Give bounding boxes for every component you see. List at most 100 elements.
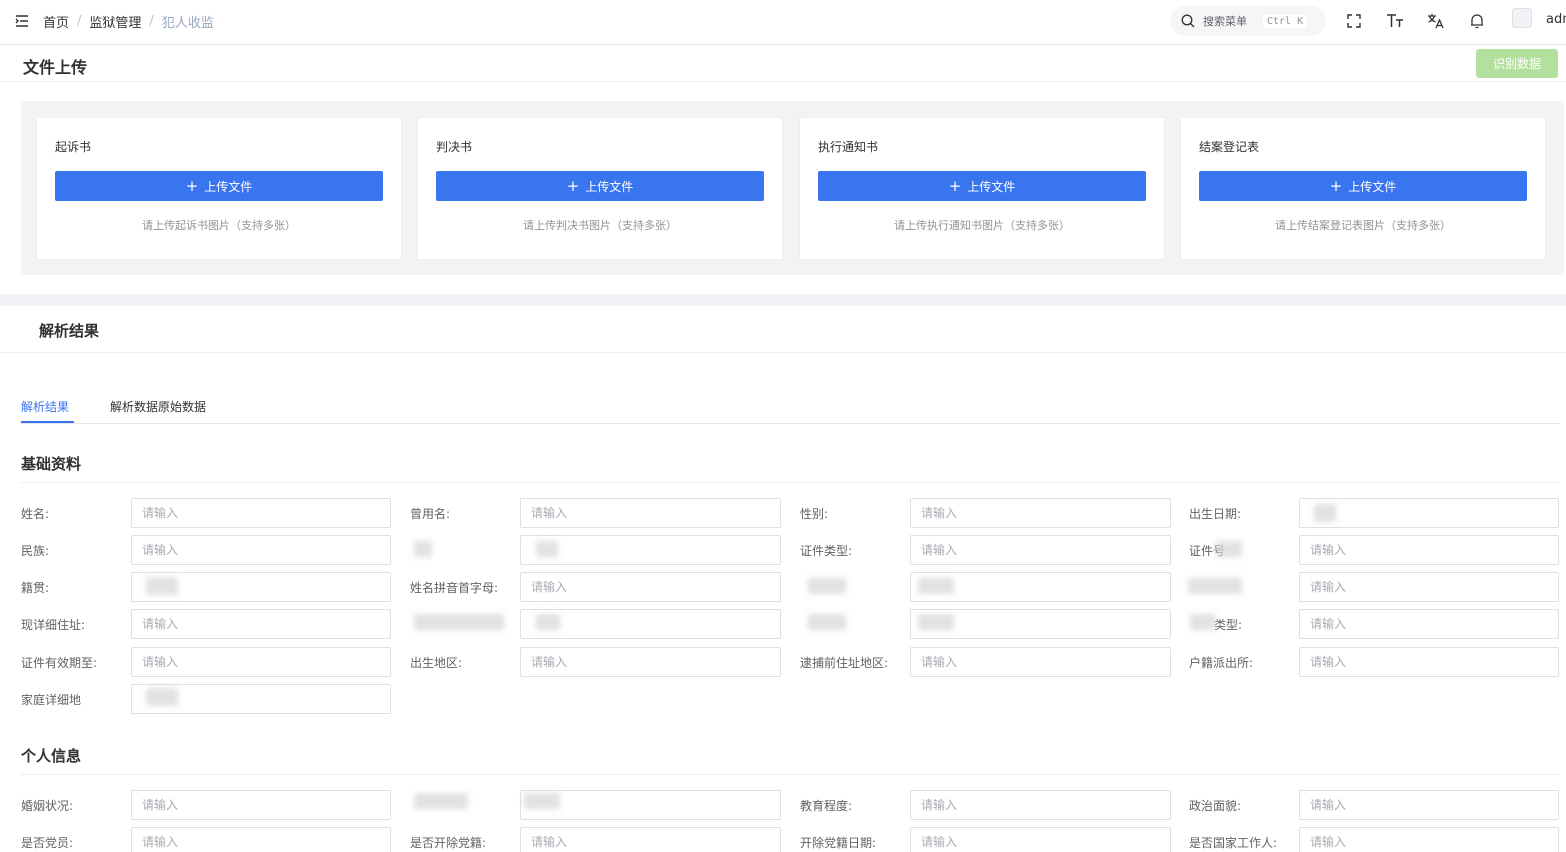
expelled-input[interactable] bbox=[520, 827, 781, 852]
label-ethnic: 民族: bbox=[21, 544, 50, 558]
breadcrumb-home[interactable]: 首页 bbox=[43, 12, 69, 31]
menu-fold-icon[interactable] bbox=[14, 13, 30, 29]
fullscreen-icon[interactable] bbox=[1344, 11, 1364, 31]
card-hint: 请上传起诉书图片（支持多张） bbox=[142, 219, 296, 232]
card-title: 判决书 bbox=[436, 140, 473, 154]
font-size-icon[interactable] bbox=[1385, 11, 1405, 31]
upload-card-execution-notice: 执行通知书 + 上传文件 请上传执行通知书图片（支持多张） bbox=[799, 117, 1165, 260]
breadcrumb: 首页 / 监狱管理 / 犯人收监 bbox=[43, 12, 214, 31]
label-name: 姓名: bbox=[21, 507, 50, 521]
label-birth-date: 出生日期: bbox=[1189, 507, 1242, 521]
label-name-pinyin: 姓名拼音首字母: bbox=[410, 581, 499, 595]
political-input[interactable] bbox=[1299, 790, 1559, 820]
label-education: 教育程度: bbox=[800, 799, 853, 813]
label-home-address: 家庭详细地 bbox=[21, 693, 82, 707]
redaction-blur bbox=[1314, 504, 1336, 522]
plus-icon: + bbox=[566, 177, 580, 195]
huji-police-input[interactable] bbox=[1299, 647, 1559, 677]
id-type-input[interactable] bbox=[910, 535, 1171, 565]
birth-date-input[interactable] bbox=[1299, 498, 1559, 528]
upload-card-indictment: 起诉书 + 上传文件 请上传起诉书图片（支持多张） bbox=[36, 117, 402, 260]
menu-search[interactable]: 搜索菜单 Ctrl K bbox=[1170, 6, 1326, 36]
label-birth-area: 出生地区: bbox=[410, 656, 463, 670]
card-hint: 请上传执行通知书图片（支持多张） bbox=[894, 219, 1070, 232]
personal-info-title: 个人信息 bbox=[21, 747, 82, 765]
bell-icon[interactable] bbox=[1467, 11, 1487, 31]
obscured-input[interactable] bbox=[520, 535, 781, 565]
party-member-input[interactable] bbox=[131, 827, 391, 852]
id-number-input[interactable] bbox=[1299, 535, 1559, 565]
redaction-blur bbox=[536, 614, 560, 630]
tab-parsed-result[interactable]: 解析结果 bbox=[21, 398, 69, 415]
label-expel-date: 开除党籍日期: bbox=[800, 836, 877, 850]
label-alias: 曾用名: bbox=[410, 507, 451, 521]
recognize-data-button[interactable]: 识别数据 bbox=[1476, 49, 1558, 78]
redaction-blur bbox=[808, 578, 846, 594]
redaction-blur bbox=[1216, 541, 1242, 557]
expel-date-input[interactable] bbox=[910, 827, 1171, 852]
label-huji-type: 类型: bbox=[1214, 618, 1243, 632]
search-placeholder: 搜索菜单 bbox=[1203, 15, 1247, 28]
upload-button[interactable]: + 上传文件 bbox=[1199, 171, 1527, 201]
civil-servant-input[interactable] bbox=[1299, 827, 1559, 852]
redaction-blur bbox=[414, 614, 504, 630]
redaction-blur bbox=[536, 541, 558, 557]
card-hint: 请上传结案登记表图片（支持多张） bbox=[1275, 219, 1451, 232]
label-civil-servant: 是否国家工作人: bbox=[1189, 836, 1278, 850]
search-icon bbox=[1181, 14, 1195, 28]
redaction-blur bbox=[1188, 578, 1242, 594]
active-tab-indicator bbox=[21, 421, 74, 423]
translate-icon[interactable] bbox=[1426, 11, 1446, 31]
ethnic-input[interactable] bbox=[131, 535, 391, 565]
plus-icon: + bbox=[185, 177, 199, 195]
education-input[interactable] bbox=[910, 790, 1171, 820]
upload-button[interactable]: + 上传文件 bbox=[55, 171, 383, 201]
redaction-blur bbox=[808, 614, 846, 630]
divider bbox=[0, 352, 1566, 353]
name-pinyin-input[interactable] bbox=[520, 572, 781, 602]
label-native-place: 籍贯: bbox=[21, 581, 50, 595]
redaction-blur bbox=[146, 688, 178, 706]
label-arrest-address: 逮捕前住址地区: bbox=[800, 656, 889, 670]
id-expire-input[interactable] bbox=[131, 647, 391, 677]
arrest-address-input[interactable] bbox=[910, 647, 1171, 677]
upload-card-case-closing: 结案登记表 + 上传文件 请上传结案登记表图片（支持多张） bbox=[1180, 117, 1546, 260]
redaction-blur bbox=[414, 793, 468, 809]
tab-raw-data[interactable]: 解析数据原始数据 bbox=[110, 398, 206, 415]
breadcrumb-prison-management[interactable]: 监狱管理 bbox=[89, 12, 141, 31]
upload-card-judgment: 判决书 + 上传文件 请上传判决书图片（支持多张） bbox=[417, 117, 783, 260]
huji-type-input[interactable] bbox=[1299, 609, 1559, 639]
label-current-address: 现详细住址: bbox=[21, 618, 86, 632]
label-party-member: 是否党员: bbox=[21, 836, 74, 850]
result-tabs: 解析结果 解析数据原始数据 bbox=[21, 396, 1560, 424]
obscured-input[interactable] bbox=[1299, 572, 1559, 602]
basic-info-title: 基础资料 bbox=[21, 455, 82, 473]
redaction-blur bbox=[414, 541, 432, 557]
redaction-blur bbox=[146, 577, 178, 595]
username[interactable]: admin bbox=[1546, 12, 1566, 27]
card-title: 结案登记表 bbox=[1199, 140, 1260, 154]
label-expelled: 是否开除党籍: bbox=[410, 836, 487, 850]
upload-button[interactable]: + 上传文件 bbox=[436, 171, 764, 201]
card-title: 执行通知书 bbox=[818, 140, 879, 154]
current-address-input[interactable] bbox=[131, 609, 391, 639]
divider bbox=[21, 482, 1560, 483]
search-shortcut: Ctrl K bbox=[1263, 14, 1308, 28]
avatar[interactable] bbox=[1512, 8, 1532, 28]
redaction-blur bbox=[918, 578, 954, 594]
plus-icon: + bbox=[948, 177, 962, 195]
birth-area-input[interactable] bbox=[520, 647, 781, 677]
marital-input[interactable] bbox=[131, 790, 391, 820]
card-hint: 请上传判决书图片（支持多张） bbox=[523, 219, 677, 232]
plus-icon: + bbox=[1329, 177, 1343, 195]
label-id-type: 证件类型: bbox=[800, 544, 853, 558]
label-huji-police: 户籍派出所: bbox=[1189, 656, 1254, 670]
upload-section-header: 文件上传 bbox=[0, 46, 1566, 82]
upload-button[interactable]: + 上传文件 bbox=[818, 171, 1146, 201]
section-divider bbox=[0, 294, 1566, 306]
gender-input[interactable] bbox=[910, 498, 1171, 528]
label-id-expire: 证件有效期至: bbox=[21, 656, 98, 670]
redaction-blur bbox=[524, 793, 560, 809]
alias-input[interactable] bbox=[520, 498, 781, 528]
name-input[interactable] bbox=[131, 498, 391, 528]
